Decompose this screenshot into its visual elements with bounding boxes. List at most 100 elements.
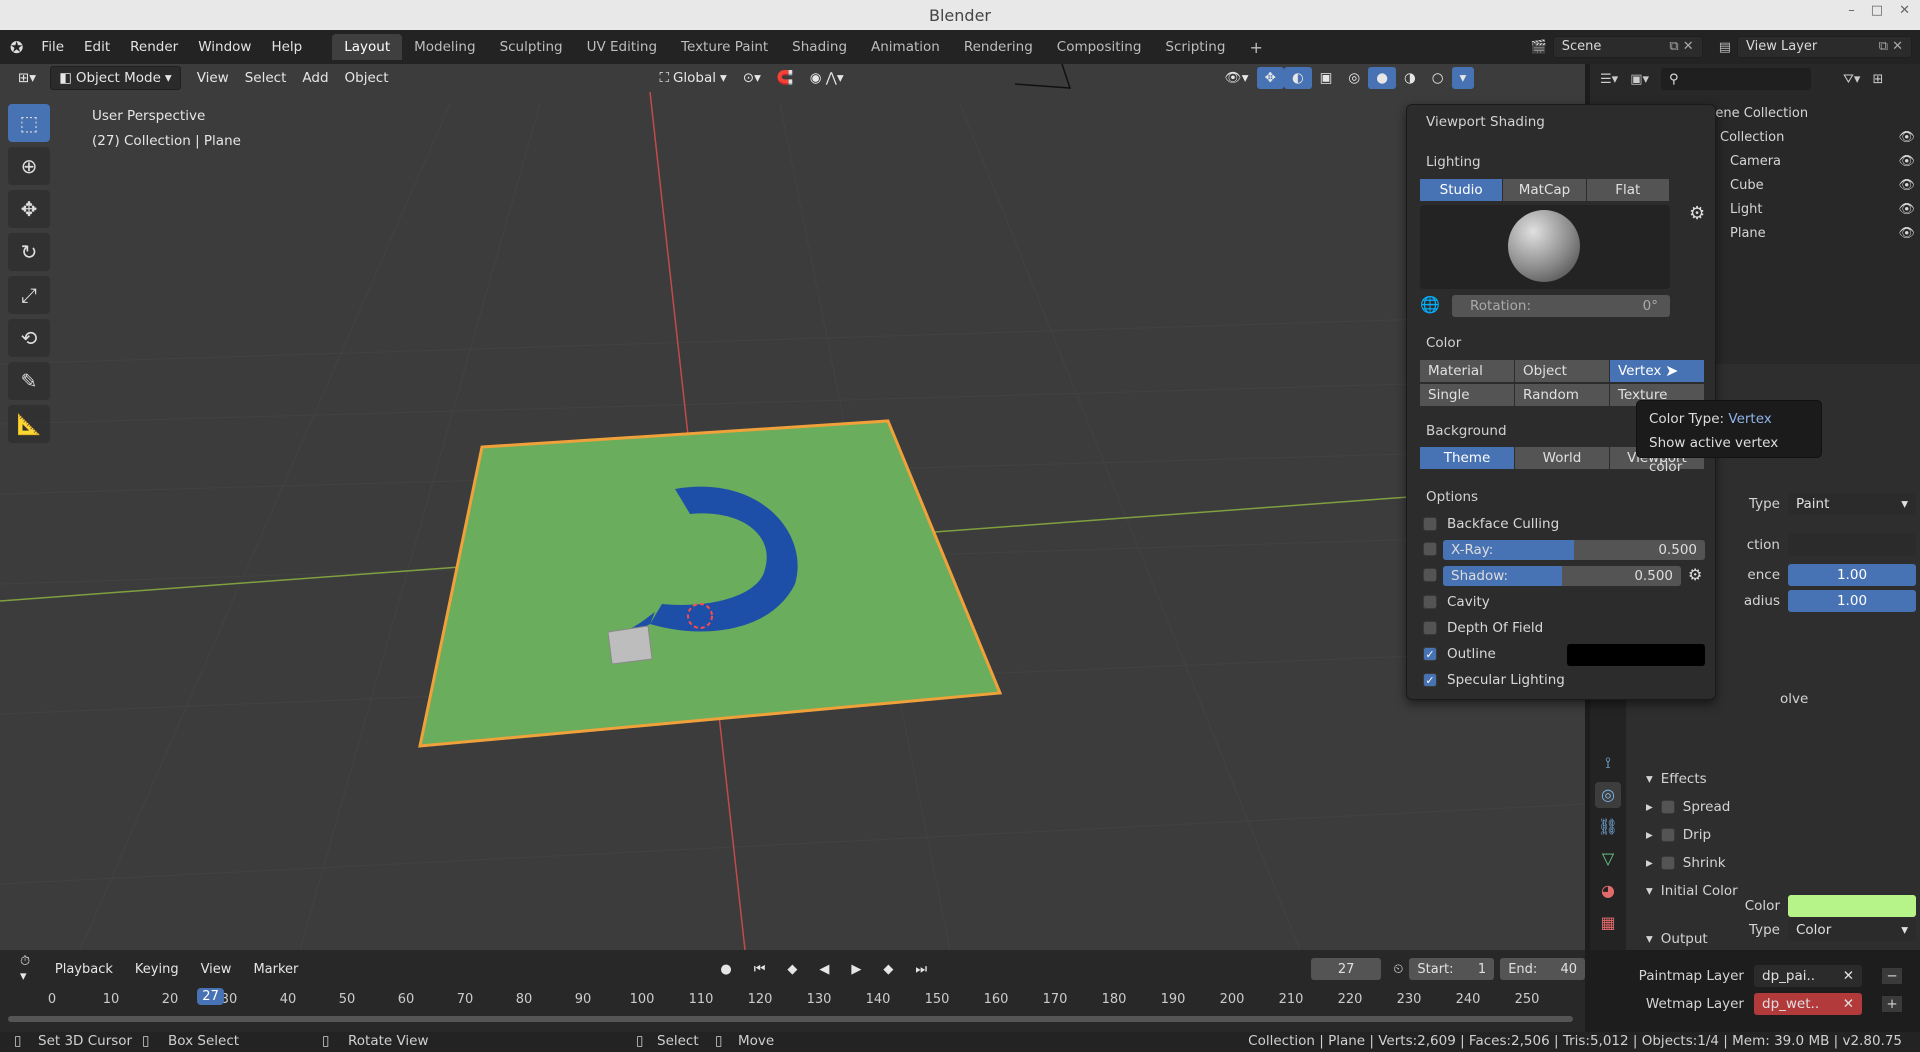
move-tool-icon[interactable]: ✥ [8, 190, 50, 228]
menu-window[interactable]: Window [188, 39, 261, 55]
tab-shading[interactable]: Shading [780, 34, 859, 60]
lighting-flat-button[interactable]: Flat [1586, 179, 1670, 201]
drip-checkbox[interactable] [1660, 828, 1675, 842]
backface-culling-option[interactable]: Backface Culling [1423, 516, 1559, 532]
jump-end-icon[interactable]: ⏭ [907, 959, 935, 980]
rotate-tool-icon[interactable]: ↻ [8, 233, 50, 271]
dof-checkbox[interactable] [1423, 621, 1437, 635]
backface-culling-checkbox[interactable] [1423, 517, 1437, 531]
lighting-matcap-button[interactable]: MatCap [1503, 179, 1587, 201]
display-mode-icon[interactable]: ▣▾ [1630, 72, 1649, 87]
color-object-button[interactable]: Object [1515, 360, 1610, 382]
scale-tool-icon[interactable]: ⤢ [8, 276, 50, 314]
shrink-row[interactable]: ▸ Shrink [1646, 855, 1726, 871]
wireframe-shading-icon[interactable]: ◎ [1340, 67, 1368, 89]
color-random-button[interactable]: Random [1515, 384, 1610, 406]
background-world-button[interactable]: World [1515, 447, 1610, 469]
surface-type-dropdown[interactable]: Paint ▾ [1788, 493, 1916, 515]
shrink-checkbox[interactable] [1660, 856, 1675, 870]
dof-option[interactable]: Depth Of Field [1423, 620, 1543, 636]
physics-tab-icon[interactable]: ◎ [1595, 782, 1621, 808]
outliner-row-plane[interactable]: Plane 👁 [1700, 222, 1915, 246]
cavity-checkbox[interactable] [1423, 595, 1437, 609]
studio-light-preview[interactable] [1420, 205, 1670, 289]
transform-tool-icon[interactable]: ⟲ [8, 319, 50, 357]
editor-type-button[interactable]: ⊞▾ [10, 67, 44, 89]
select-box-tool-icon[interactable]: ⬚ [8, 104, 50, 142]
end-frame-field[interactable]: End: 40 [1500, 958, 1586, 980]
shadow-checkbox[interactable] [1423, 568, 1437, 582]
output-panel[interactable]: ▾ Output [1646, 931, 1708, 947]
xray-checkbox[interactable] [1423, 542, 1437, 556]
studio-gear-icon[interactable]: ⚙ [1689, 203, 1705, 224]
annotate-tool-icon[interactable]: ✎ [8, 362, 50, 400]
tab-scripting[interactable]: Scripting [1153, 34, 1237, 60]
lighting-studio-button[interactable]: Studio [1420, 179, 1504, 201]
specular-checkbox[interactable]: ✓ [1423, 673, 1437, 687]
plane-object[interactable] [418, 419, 1003, 748]
paintmap-field[interactable]: dp_pai.. ✕ [1754, 965, 1862, 987]
material-tab-icon[interactable]: ◕ [1595, 878, 1621, 904]
tab-animation[interactable]: Animation [859, 34, 952, 60]
tab-rendering[interactable]: Rendering [952, 34, 1045, 60]
tab-sculpting[interactable]: Sculpting [488, 34, 575, 60]
remove-paintmap-button[interactable]: − [1882, 968, 1902, 984]
snap-icon[interactable]: 🧲 [769, 67, 802, 89]
cavity-option[interactable]: Cavity [1423, 594, 1490, 610]
remove-icon[interactable]: ✕ [1843, 968, 1854, 984]
color-material-button[interactable]: Material [1420, 360, 1515, 382]
tab-texture-paint[interactable]: Texture Paint [669, 34, 780, 60]
dissolve-row[interactable]: olve [1780, 691, 1808, 707]
new-collection-icon[interactable]: ⊞ [1872, 72, 1883, 87]
specular-option[interactable]: ✓ Specular Lighting [1423, 672, 1565, 688]
texture-tab-icon[interactable]: ▦ [1595, 910, 1621, 936]
scene-selector[interactable]: Scene ⧉ ✕ [1552, 36, 1703, 58]
play-reverse-icon[interactable]: ◀ [811, 959, 837, 980]
viewport-menu-select[interactable]: Select [237, 67, 295, 89]
maximize-button[interactable]: □ [1871, 3, 1883, 18]
tab-layout[interactable]: Layout [332, 34, 403, 60]
spread-row[interactable]: ▸ Spread [1646, 799, 1730, 815]
cube-object[interactable] [607, 625, 653, 665]
initial-color-type-dropdown[interactable]: Color ▾ [1788, 919, 1916, 941]
mode-selector[interactable]: ◧ Object Mode ▾ [50, 66, 181, 90]
new-scene-icon[interactable]: ⧉ ✕ [1669, 39, 1693, 55]
pivot-icon[interactable]: ⊙▾ [735, 67, 769, 89]
add-workspace-button[interactable]: + [1237, 33, 1274, 62]
wetmap-field[interactable]: dp_wet.. ✕ [1754, 993, 1862, 1015]
record-icon[interactable]: ● [712, 959, 739, 980]
visibility-icon[interactable]: 👁▾ [1217, 67, 1257, 89]
viewport-menu-add[interactable]: Add [294, 67, 336, 89]
data-tab-icon[interactable]: ▽ [1595, 846, 1621, 872]
rendered-shading-icon[interactable]: ○ [1424, 67, 1452, 89]
timeline-menu-view[interactable]: View [193, 959, 240, 980]
xray-toggle-icon[interactable]: ▣ [1312, 67, 1341, 89]
material-shading-icon[interactable]: ◑ [1396, 67, 1424, 89]
prev-keyframe-icon[interactable]: ◆ [779, 959, 805, 980]
timeline-menu-marker[interactable]: Marker [245, 959, 306, 980]
shadow-slider[interactable]: Shadow: 0.500 [1443, 566, 1681, 586]
current-frame-indicator[interactable]: 27 [197, 988, 224, 1005]
eye-icon[interactable]: 👁 [1898, 150, 1915, 174]
gizmo-icon[interactable]: ✥ [1256, 67, 1284, 89]
menu-file[interactable]: File [31, 39, 74, 55]
tab-compositing[interactable]: Compositing [1045, 34, 1154, 60]
tab-uv-editing[interactable]: UV Editing [575, 34, 669, 60]
remove-icon[interactable]: ✕ [1843, 996, 1854, 1012]
overlay-icon[interactable]: ◐ [1283, 67, 1312, 89]
eye-icon[interactable]: 👁 [1898, 198, 1915, 222]
new-view-layer-icon[interactable]: ⧉ ✕ [1879, 39, 1903, 55]
shading-dropdown-icon[interactable]: ▾ [1451, 67, 1475, 89]
menu-render[interactable]: Render [120, 39, 188, 55]
preview-range-icon[interactable]: ⏲ [1393, 962, 1403, 977]
3d-viewport[interactable]: ⊞▾ ◧ Object Mode ▾ View Select Add Object … [0, 64, 1585, 950]
world-space-lighting-icon[interactable]: 🌐 [1420, 295, 1440, 314]
orientation-selector[interactable]: ⛶ Global ▾ [652, 67, 735, 89]
filter-icon[interactable]: ⛛▾ [1843, 72, 1860, 87]
xray-slider[interactable]: X-Ray: 0.500 [1443, 540, 1705, 560]
outliner-editor-icon[interactable]: ☰▾ [1600, 72, 1618, 87]
menu-help[interactable]: Help [261, 39, 312, 55]
view-layer-selector[interactable]: View Layer ⧉ ✕ [1737, 36, 1912, 58]
blender-logo-icon[interactable]: ✪ [0, 38, 31, 57]
outline-option[interactable]: ✓ Outline [1423, 646, 1496, 662]
